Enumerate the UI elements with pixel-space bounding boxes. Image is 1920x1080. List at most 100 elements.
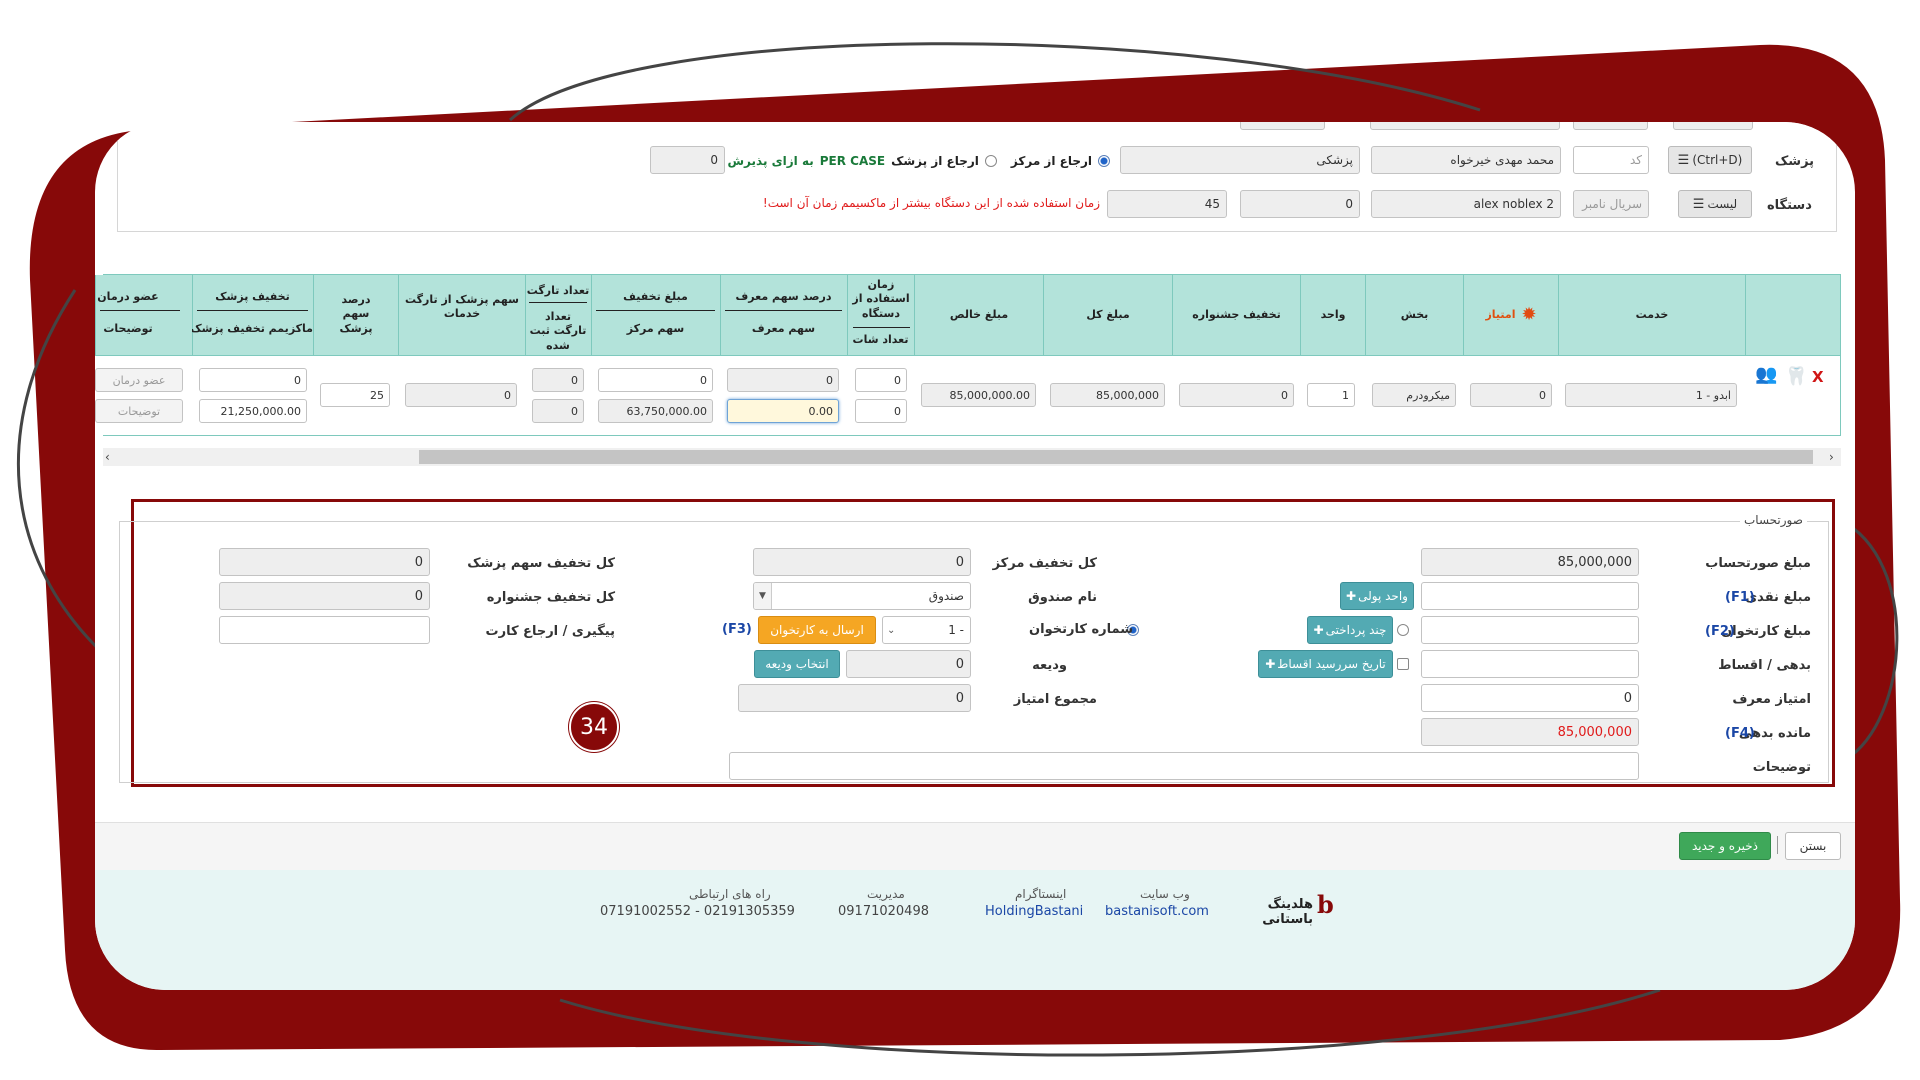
doctor-name-field: محمد مهدی خیرخواه (1371, 146, 1561, 174)
cell-doctor-discount[interactable]: 0 (199, 368, 307, 392)
per-case-label: PER CASE (819, 154, 886, 168)
contact-phones: 07191002552 - 02191305359 (600, 904, 795, 919)
cell-notes[interactable]: توضیحات (95, 399, 183, 423)
close-button[interactable]: بستن (1785, 832, 1841, 860)
cell-referrer-pct[interactable]: 0 (727, 368, 839, 392)
invoice-amount-field: 85,000,000 (1421, 548, 1639, 576)
card-tracking-input[interactable] (219, 616, 430, 644)
col-doctor-discount (192, 275, 313, 355)
cell-discount-amount[interactable]: 0 (598, 368, 713, 392)
scroll-left-arrow[interactable]: ‹ (105, 448, 110, 466)
col-unit: واحد (1300, 275, 1365, 355)
festival-total-field: 0 (219, 582, 430, 610)
device-warning: زمان استفاده شده از این دستگاه بیشتر از … (762, 196, 1100, 210)
cashbox-value: صندوق (928, 589, 964, 603)
company-logo-icon: b (1317, 890, 1334, 919)
device-value-2: 45 (1107, 190, 1227, 218)
plus-icon: ✚ (1313, 623, 1324, 637)
col-doctor-pct: درصد سهم پزشک (313, 275, 398, 355)
cell-net-amount: 85,000,000.00 (921, 383, 1036, 407)
cell-device-time[interactable]: 0 (855, 368, 907, 392)
multi-pay-button[interactable]: ✚ چند پرداختی (1307, 616, 1393, 644)
debt-input[interactable] (1421, 650, 1639, 678)
multi-pay-radio[interactable] (1397, 624, 1409, 636)
col-total-amount: مبلغ کل (1043, 275, 1172, 355)
send-pos-shortcut: (F3) (722, 622, 752, 637)
invoice-notes-input[interactable] (729, 752, 1639, 780)
center-discount-label: کل تخفیف مرکز (992, 556, 1097, 571)
cell-max-doctor-discount[interactable]: 21,250,000.00 (199, 399, 307, 423)
invoice-notes-label: توضیحات (1752, 760, 1811, 775)
cell-treatment-member[interactable]: عضو درمان (95, 368, 183, 392)
radio-doctor[interactable] (984, 155, 997, 167)
action-separator (1777, 836, 1778, 854)
row-delete-button[interactable]: X (1812, 368, 1824, 386)
device-list-button[interactable]: ☰ لیست (1678, 190, 1752, 218)
deposit-label: ودیعه (1032, 658, 1067, 673)
management-label: مدیریت (867, 887, 905, 901)
instagram-label: اینستاگرام (1015, 887, 1067, 901)
col-discount-amount-label: مبلغ تخفیف (623, 290, 688, 303)
star-icon: ✹ (1521, 304, 1537, 326)
cell-shots-count[interactable]: 0 (855, 399, 907, 423)
cell-service[interactable]: 1 - ابدو (1565, 383, 1737, 407)
currency-button[interactable]: ✚ واحد پولی (1340, 582, 1414, 610)
pos-value: 1 - (948, 623, 964, 637)
col-target-registered-label: تعداد تارگت ثبت شده (529, 310, 587, 352)
website-link[interactable]: bastanisoft.com (1105, 904, 1209, 919)
instagram-link[interactable]: HoldingBastani (985, 904, 1083, 919)
doctors-icon[interactable]: 👥 (1755, 364, 1777, 385)
horizontal-scrollbar[interactable]: ‹ › (103, 448, 1841, 466)
serial-number-input[interactable]: سریال نامبر (1573, 190, 1649, 218)
list-icon: ☰ (1692, 196, 1705, 212)
multi-pay-btn-label: چند پرداختی (1325, 623, 1387, 637)
step-badge: 34 (569, 702, 619, 752)
cell-unit[interactable]: 1 (1307, 383, 1355, 407)
col-device-time-label: زمان استفاده از دستگاه (852, 278, 910, 320)
ref-center-label: ارجاع از مرکز (1010, 154, 1092, 168)
col-treatment-member-label: عضو درمان (97, 290, 159, 303)
plus-icon: ✚ (1265, 657, 1276, 671)
scroll-thumb[interactable] (419, 450, 1813, 464)
hidden-row-field (1673, 122, 1753, 130)
chevron-down-icon: ⌄ (887, 624, 896, 636)
tooth-icon[interactable]: 🦷 (1785, 366, 1807, 387)
doctor-code-input[interactable]: کد (1573, 146, 1649, 174)
chevron-down-icon: ▼ (754, 583, 772, 609)
installment-date-button[interactable]: ✚ تاریخ سررسید اقساط (1258, 650, 1393, 678)
doctor-btn-label: (Ctrl+D) (1692, 153, 1743, 167)
installment-btn-label: تاریخ سررسید اقساط (1277, 657, 1386, 671)
hdr-divider (100, 310, 180, 311)
hdr-divider (197, 310, 308, 311)
hdr-divider (853, 327, 910, 328)
pos-select[interactable]: ⌄ 1 - (882, 616, 971, 644)
deposit-field: 0 (846, 650, 971, 678)
doctor-share-discount-field: 0 (219, 548, 430, 576)
select-deposit-button[interactable]: انتخاب ودیعه (754, 650, 840, 678)
col-discount (591, 275, 720, 355)
col-center-share-label: سهم مرکز (626, 322, 685, 335)
radio-center[interactable] (1098, 155, 1110, 167)
pos-label: شماره کارتخوان (1029, 622, 1133, 637)
cash-input[interactable] (1421, 582, 1639, 610)
col-points-label: امتیاز (1485, 307, 1516, 321)
send-to-pos-button[interactable]: ارسال به کارتخوان (758, 616, 876, 644)
cashbox-select[interactable]: ▼ صندوق (753, 582, 971, 610)
hdr-divider (725, 310, 842, 311)
save-and-new-button[interactable]: ذخیره و جدید (1679, 832, 1771, 860)
scroll-right-arrow[interactable]: › (1829, 448, 1834, 466)
device-value-1: 0 (1240, 190, 1360, 218)
cell-points: 0 (1470, 383, 1552, 407)
col-shots-label: تعداد شات (852, 333, 909, 346)
doctor-search-button[interactable]: ☰ (Ctrl+D) (1668, 146, 1752, 174)
col-doctor-target-share: سهم پزشک از تارگت خدمات (398, 275, 525, 355)
card-shortcut: (F2) (1705, 624, 1735, 639)
col-notes-label: توضیحات (103, 322, 153, 335)
card-input[interactable] (1421, 616, 1639, 644)
cell-referrer-share[interactable]: 0.00 (727, 399, 839, 423)
ref-doctor-label: ارجاع از پزشک (891, 154, 979, 168)
installment-checkbox[interactable] (1397, 658, 1409, 670)
referrer-points-input[interactable]: 0 (1421, 684, 1639, 712)
cell-doctor-pct[interactable]: 25 (320, 383, 390, 407)
card-tracking-label: پیگیری / ارجاع کارت (485, 624, 615, 639)
